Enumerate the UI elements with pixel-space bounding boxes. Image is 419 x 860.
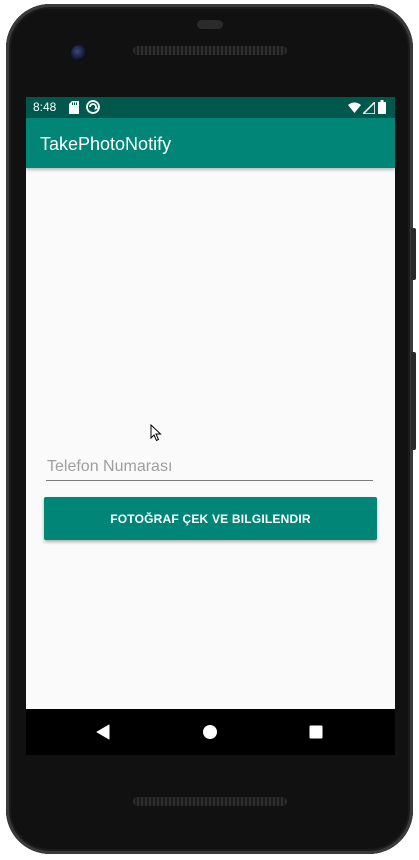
mouse-pointer-icon: [150, 423, 162, 447]
navigation-bar: [26, 709, 395, 755]
recents-icon[interactable]: [305, 721, 327, 743]
status-time: 8:48: [33, 100, 57, 114]
take-photo-notify-button[interactable]: FOTOĞRAF ÇEK VE BILGILENDIR: [44, 497, 377, 540]
wifi-icon: [348, 101, 361, 119]
home-icon[interactable]: [199, 721, 221, 743]
screen: 8:48 TakePhotoNotify Telefon Numarası FO…: [26, 97, 395, 709]
sd-card-icon: [69, 101, 79, 119]
status-bar: 8:48: [26, 97, 395, 118]
battery-icon: [378, 100, 386, 119]
phone-number-input[interactable]: [46, 455, 373, 481]
back-icon[interactable]: [92, 721, 114, 743]
power-button: [411, 228, 416, 280]
front-camera-icon: [71, 45, 87, 61]
bottom-speaker-grille: [133, 797, 287, 806]
volume-button: [411, 352, 416, 450]
top-speaker-grille: [133, 46, 287, 55]
signal-icon: [361, 100, 376, 119]
app-bar: TakePhotoNotify: [26, 118, 395, 168]
earpiece-slot: [197, 20, 223, 29]
sync-icon: [86, 100, 100, 119]
app-title: TakePhotoNotify: [40, 134, 172, 154]
